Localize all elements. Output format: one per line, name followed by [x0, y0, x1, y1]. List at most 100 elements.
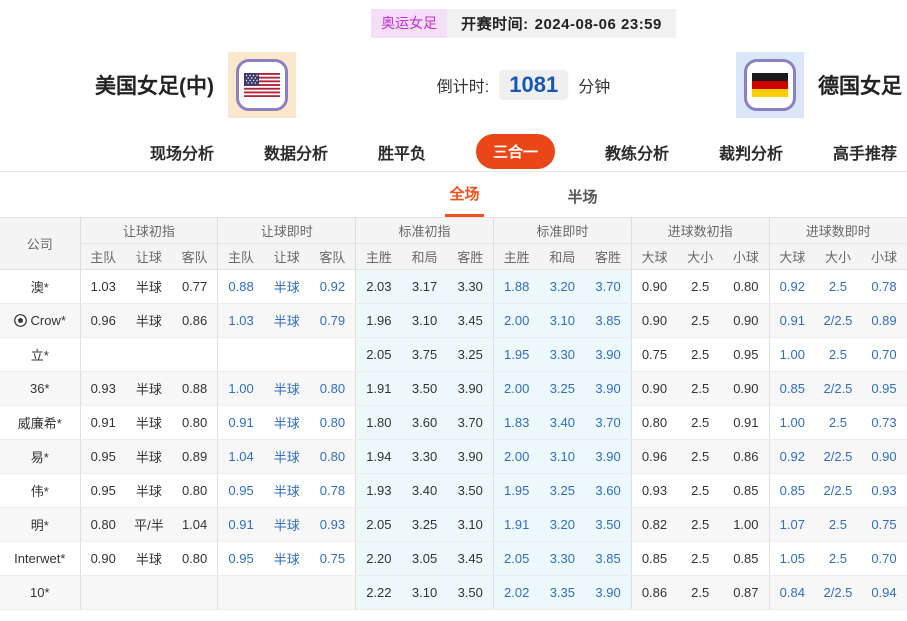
odds-cell-live[interactable]: 0.70	[861, 338, 907, 372]
odds-cell-live[interactable]: 3.20	[539, 270, 585, 304]
odds-cell-live[interactable]: 0.75	[310, 542, 356, 576]
odds-cell-live[interactable]: 3.40	[539, 406, 585, 440]
odds-cell-live[interactable]: 0.93	[310, 508, 356, 542]
odds-cell-live[interactable]: 2.00	[493, 304, 539, 338]
odds-cell-initial: 0.80	[172, 406, 218, 440]
odds-cell-live[interactable]: 3.30	[539, 542, 585, 576]
odds-cell-live[interactable]: 2.5	[815, 508, 861, 542]
odds-cell-live[interactable]: 半球	[264, 372, 310, 406]
odds-cell-live[interactable]: 0.70	[861, 542, 907, 576]
odds-cell-live[interactable]: 0.95	[861, 372, 907, 406]
odds-cell-live[interactable]: 3.90	[585, 440, 631, 474]
odds-cell-live[interactable]: 3.20	[539, 508, 585, 542]
tab-1[interactable]: 现场分析	[150, 140, 214, 164]
odds-cell-live[interactable]: 0.80	[310, 406, 356, 440]
odds-cell-initial: 半球	[126, 304, 172, 338]
odds-cell-live[interactable]: 1.07	[769, 508, 815, 542]
tab-7[interactable]: 高手推荐	[833, 140, 897, 164]
odds-cell-live[interactable]: 3.60	[585, 474, 631, 508]
odds-cell-live[interactable]: 0.75	[861, 508, 907, 542]
odds-cell-live[interactable]: 0.80	[310, 372, 356, 406]
odds-cell-live[interactable]: 0.89	[861, 304, 907, 338]
odds-cell-live[interactable]: 半球	[264, 406, 310, 440]
odds-cell-live[interactable]: 1.00	[769, 338, 815, 372]
odds-cell-live[interactable]: 2/2.5	[815, 576, 861, 610]
odds-cell-live[interactable]: 3.25	[539, 372, 585, 406]
odds-cell-live[interactable]: 0.92	[769, 270, 815, 304]
odds-cell-live[interactable]: 0.93	[861, 474, 907, 508]
odds-cell-live[interactable]: 半球	[264, 474, 310, 508]
table-row: 10*2.223.103.502.023.353.900.862.50.870.…	[0, 576, 907, 610]
odds-cell-live[interactable]: 0.80	[310, 440, 356, 474]
odds-cell-live[interactable]: 2.5	[815, 542, 861, 576]
odds-cell-live[interactable]: 1.00	[218, 372, 264, 406]
odds-cell-live[interactable]: 0.78	[861, 270, 907, 304]
odds-cell-live[interactable]: 3.10	[539, 304, 585, 338]
odds-cell-live[interactable]: 0.92	[310, 270, 356, 304]
odds-cell-live[interactable]: 2.00	[493, 372, 539, 406]
odds-cell-live[interactable]: 2.00	[493, 440, 539, 474]
odds-cell-live[interactable]: 3.90	[585, 372, 631, 406]
odds-cell-live[interactable]: 3.35	[539, 576, 585, 610]
odds-cell-live[interactable]: 2.05	[493, 542, 539, 576]
odds-cell-live[interactable]: 0.90	[861, 440, 907, 474]
odds-cell-live[interactable]: 3.85	[585, 304, 631, 338]
odds-cell-live[interactable]: 2/2.5	[815, 474, 861, 508]
odds-cell-live[interactable]: 3.10	[539, 440, 585, 474]
odds-cell-live[interactable]: 1.95	[493, 474, 539, 508]
odds-cell-live[interactable]: 0.78	[310, 474, 356, 508]
company-name: Interwet*	[0, 542, 80, 576]
odds-cell-live[interactable]: 3.30	[539, 338, 585, 372]
odds-cell-live[interactable]: 半球	[264, 270, 310, 304]
odds-cell-live[interactable]: 2.5	[815, 270, 861, 304]
odds-cell-live[interactable]: 1.05	[769, 542, 815, 576]
odds-cell-live[interactable]: 0.88	[218, 270, 264, 304]
odds-cell-live[interactable]: 0.94	[861, 576, 907, 610]
subtab-2[interactable]: 半场	[564, 176, 602, 217]
odds-cell-live[interactable]: 1.03	[218, 304, 264, 338]
tab-5[interactable]: 教练分析	[605, 140, 669, 164]
odds-cell-live[interactable]: 3.70	[585, 270, 631, 304]
tab-3[interactable]: 胜平负	[378, 140, 426, 164]
odds-cell-live[interactable]: 0.84	[769, 576, 815, 610]
odds-cell-live[interactable]: 3.90	[585, 576, 631, 610]
odds-cell-live[interactable]: 0.91	[218, 406, 264, 440]
odds-cell-live[interactable]: 2/2.5	[815, 372, 861, 406]
odds-cell-live[interactable]: 3.85	[585, 542, 631, 576]
odds-cell-live[interactable]: 0.91	[218, 508, 264, 542]
odds-cell-live[interactable]: 0.91	[769, 304, 815, 338]
odds-cell-live[interactable]: 1.00	[769, 406, 815, 440]
odds-cell-live[interactable]: 2.02	[493, 576, 539, 610]
odds-cell-live[interactable]: 0.95	[218, 474, 264, 508]
odds-cell-live[interactable]: 1.95	[493, 338, 539, 372]
odds-cell-live[interactable]: 1.88	[493, 270, 539, 304]
odds-cell-live[interactable]: 0.85	[769, 372, 815, 406]
home-team-name: 美国女足(中)	[95, 70, 214, 100]
odds-cell-live[interactable]: 3.50	[585, 508, 631, 542]
odds-cell-live[interactable]: 半球	[264, 304, 310, 338]
odds-cell-live[interactable]: 3.25	[539, 474, 585, 508]
odds-cell-live[interactable]: 1.91	[493, 508, 539, 542]
tab-2[interactable]: 数据分析	[264, 140, 328, 164]
odds-cell-live[interactable]: 2.5	[815, 338, 861, 372]
odds-cell-live[interactable]: 2/2.5	[815, 440, 861, 474]
tab-4[interactable]: 三合一	[476, 134, 555, 169]
odds-cell-live[interactable]: 半球	[264, 508, 310, 542]
odds-cell-initial: 2.05	[356, 508, 402, 542]
subtab-1[interactable]: 全场	[445, 173, 483, 217]
odds-cell-live[interactable]: 0.79	[310, 304, 356, 338]
odds-cell-live[interactable]: 0.92	[769, 440, 815, 474]
odds-cell-live[interactable]: 0.95	[218, 542, 264, 576]
odds-cell-live[interactable]: 0.73	[861, 406, 907, 440]
tab-6[interactable]: 裁判分析	[719, 140, 783, 164]
odds-cell-live[interactable]: 0.85	[769, 474, 815, 508]
odds-cell-live[interactable]: 1.83	[493, 406, 539, 440]
odds-cell-live[interactable]: 1.04	[218, 440, 264, 474]
odds-cell-live[interactable]: 3.90	[585, 338, 631, 372]
odds-cell-live[interactable]: 2.5	[815, 406, 861, 440]
odds-cell-live[interactable]: 2/2.5	[815, 304, 861, 338]
odds-cell-live[interactable]: 半球	[264, 542, 310, 576]
odds-cell-initial: 0.90	[80, 542, 126, 576]
odds-cell-live[interactable]: 半球	[264, 440, 310, 474]
odds-cell-live[interactable]: 3.70	[585, 406, 631, 440]
